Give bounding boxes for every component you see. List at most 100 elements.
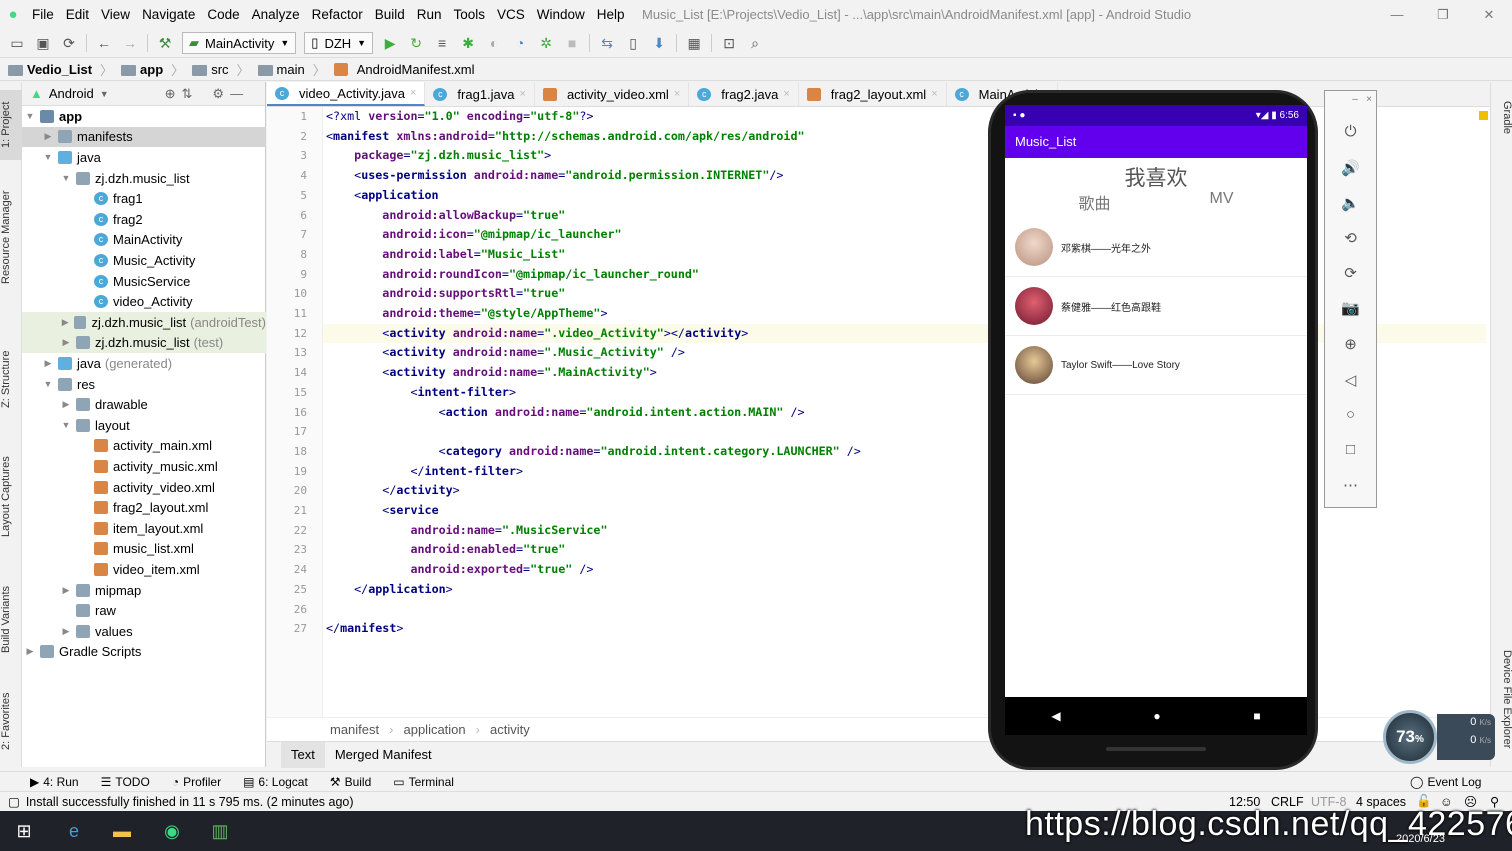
- chevron-right-icon[interactable]: ▶: [60, 399, 72, 410]
- editor-tab[interactable]: frag2_layout.xml ×: [799, 82, 947, 106]
- xml-crumb[interactable]: manifest: [330, 722, 379, 737]
- tree-item[interactable]: ▼ zj.dzh.music_list: [22, 168, 266, 189]
- close-tab-icon[interactable]: ×: [931, 88, 937, 100]
- chevron-down-icon[interactable]: ▼: [100, 89, 109, 99]
- tree-item[interactable]: activity_video.xml: [22, 477, 266, 498]
- code-line[interactable]: android:icon="@mipmap/ic_launcher": [326, 225, 621, 245]
- chevron-down-icon[interactable]: ▼: [42, 152, 54, 162]
- tool-run[interactable]: ▶ 4: Run: [30, 775, 79, 789]
- phone-screen[interactable]: ▪ ● ▾◢ ▮ 6:56 Music_List 我喜欢 歌曲 MV 邓紫棋——…: [1005, 105, 1307, 725]
- code-line[interactable]: android:supportsRtl="true": [326, 284, 565, 304]
- tree-item[interactable]: ▶ zj.dzh.music_list (test): [22, 332, 266, 354]
- code-line[interactable]: <category android:name="android.intent.c…: [326, 442, 861, 462]
- tab-structure[interactable]: Z: Structure: [0, 344, 22, 414]
- code-line[interactable]: </manifest>: [326, 619, 403, 639]
- song-item[interactable]: Taylor Swift——Love Story: [1005, 336, 1307, 395]
- tool-build[interactable]: ⚒ Build: [330, 775, 371, 789]
- tab-merged-manifest[interactable]: Merged Manifest: [325, 742, 442, 768]
- file-explorer-icon[interactable]: ▬: [108, 817, 136, 845]
- menu-analyze[interactable]: Analyze: [246, 0, 306, 29]
- sdk-manager-icon[interactable]: ⬇: [646, 31, 672, 55]
- menu-navigate[interactable]: Navigate: [136, 0, 201, 29]
- home-icon[interactable]: ○: [1325, 406, 1376, 423]
- editor-tab[interactable]: activity_video.xml ×: [535, 82, 690, 106]
- rotate-left-icon[interactable]: ⟲: [1325, 229, 1376, 247]
- minimize-icon[interactable]: —: [1374, 0, 1420, 29]
- menu-refactor[interactable]: Refactor: [306, 0, 369, 29]
- more-icon[interactable]: ⋯: [1325, 476, 1376, 494]
- notebook-app-icon[interactable]: ▥: [206, 817, 234, 845]
- tab-gradle[interactable]: Gradle: [1491, 90, 1512, 145]
- code-line[interactable]: <uses-permission android:name="android.p…: [326, 166, 783, 186]
- menu-file[interactable]: File: [26, 0, 60, 29]
- power-icon[interactable]: ⏻: [1325, 123, 1376, 140]
- code-line[interactable]: <activity android:name=".MainActivity">: [326, 363, 657, 383]
- menu-edit[interactable]: Edit: [60, 0, 95, 29]
- inspection-status-icon[interactable]: [1479, 111, 1488, 120]
- menu-tools[interactable]: Tools: [448, 0, 492, 29]
- tree-item[interactable]: ▼ java: [22, 147, 266, 168]
- project-view-select[interactable]: Android: [49, 86, 94, 101]
- android-studio-taskbar-icon[interactable]: ◉: [158, 817, 186, 845]
- tab-layout-captures[interactable]: Layout Captures: [0, 447, 22, 547]
- song-item[interactable]: 蔡健雅——红色高跟鞋: [1005, 277, 1307, 336]
- code-line[interactable]: <activity android:name=".Music_Activity"…: [326, 343, 685, 363]
- home-circle-icon[interactable]: ●: [1153, 709, 1160, 723]
- menu-view[interactable]: View: [95, 0, 136, 29]
- tree-item[interactable]: activity_music.xml: [22, 456, 266, 477]
- tree-item[interactable]: ▶ zj.dzh.music_list (androidTest): [22, 312, 266, 333]
- project-structure-icon[interactable]: ▦: [681, 31, 707, 55]
- windows-start-icon[interactable]: ⊞: [10, 817, 38, 845]
- menu-build[interactable]: Build: [369, 0, 411, 29]
- tab-build-variants[interactable]: Build Variants: [0, 574, 22, 664]
- tree-item[interactable]: ▶ manifests: [22, 126, 266, 148]
- tool-terminal[interactable]: ▭ Terminal: [393, 775, 454, 789]
- tool-event-log[interactable]: ◯ Event Log: [1410, 775, 1481, 789]
- tree-item[interactable]: frag2_layout.xml: [22, 497, 266, 518]
- tree-item[interactable]: music_list.xml: [22, 539, 266, 560]
- volume-up-icon[interactable]: 🔊: [1325, 159, 1376, 177]
- tree-item[interactable]: c frag1: [22, 188, 266, 209]
- chevron-right-icon[interactable]: ▶: [42, 131, 54, 142]
- song-item[interactable]: 邓紫棋——光年之外: [1005, 218, 1307, 277]
- tree-item[interactable]: ▶ mipmap: [22, 580, 266, 601]
- menu-window[interactable]: Window: [531, 0, 591, 29]
- editor-tab[interactable]: c video_Activity.java ×: [267, 82, 426, 106]
- tree-item[interactable]: c video_Activity: [22, 291, 266, 312]
- close-tab-icon[interactable]: ×: [783, 88, 789, 100]
- search-icon[interactable]: ⌕: [742, 31, 768, 55]
- layout-inspector-icon[interactable]: ⊡: [716, 31, 742, 55]
- tree-item[interactable]: ▶ drawable: [22, 394, 266, 415]
- menu-vcs[interactable]: VCS: [491, 0, 531, 29]
- code-line[interactable]: <application: [326, 186, 438, 206]
- minimize-emulator-icon[interactable]: –: [1352, 94, 1358, 105]
- crumb-project[interactable]: Vedio_List: [27, 62, 92, 77]
- tab-project[interactable]: 1: Project: [0, 90, 22, 160]
- run-config-select[interactable]: ▰ MainActivity ▼: [182, 32, 297, 54]
- overview-icon[interactable]: □: [1325, 441, 1376, 458]
- tree-item[interactable]: ▶ java (generated): [22, 353, 266, 374]
- save-icon[interactable]: ▣: [30, 31, 56, 55]
- stop-icon[interactable]: ■: [559, 31, 585, 55]
- back-icon[interactable]: ◁: [1325, 371, 1376, 389]
- restore-icon[interactable]: ❐: [1420, 0, 1466, 29]
- editor-tab[interactable]: c frag2.java ×: [689, 82, 799, 106]
- chevron-right-icon[interactable]: ▶: [60, 626, 72, 637]
- forward-arrow-icon[interactable]: →: [117, 31, 143, 55]
- gear-icon[interactable]: ⚙: [212, 86, 224, 102]
- chevron-down-icon[interactable]: ▼: [60, 173, 72, 183]
- code-line[interactable]: <?xml version="1.0" encoding="utf-8"?>: [326, 107, 593, 127]
- profile-icon[interactable]: ◐: [481, 31, 507, 55]
- run-icon[interactable]: ▶: [377, 31, 403, 55]
- code-line[interactable]: android:name=".MusicService": [326, 521, 607, 541]
- code-line[interactable]: android:label="Music_List": [326, 245, 565, 265]
- edge-browser-icon[interactable]: e: [60, 817, 88, 845]
- tree-item[interactable]: c frag2: [22, 209, 266, 230]
- tree-item[interactable]: item_layout.xml: [22, 518, 266, 539]
- zoom-icon[interactable]: ⊕: [1325, 335, 1376, 353]
- sync-icon[interactable]: ⟳: [56, 31, 82, 55]
- tree-item[interactable]: ▼ res: [22, 374, 266, 395]
- crumb-file[interactable]: AndroidManifest.xml: [357, 62, 475, 77]
- tab-text[interactable]: Text: [281, 741, 325, 768]
- code-line[interactable]: android:roundIcon="@mipmap/ic_launcher_r…: [326, 265, 699, 285]
